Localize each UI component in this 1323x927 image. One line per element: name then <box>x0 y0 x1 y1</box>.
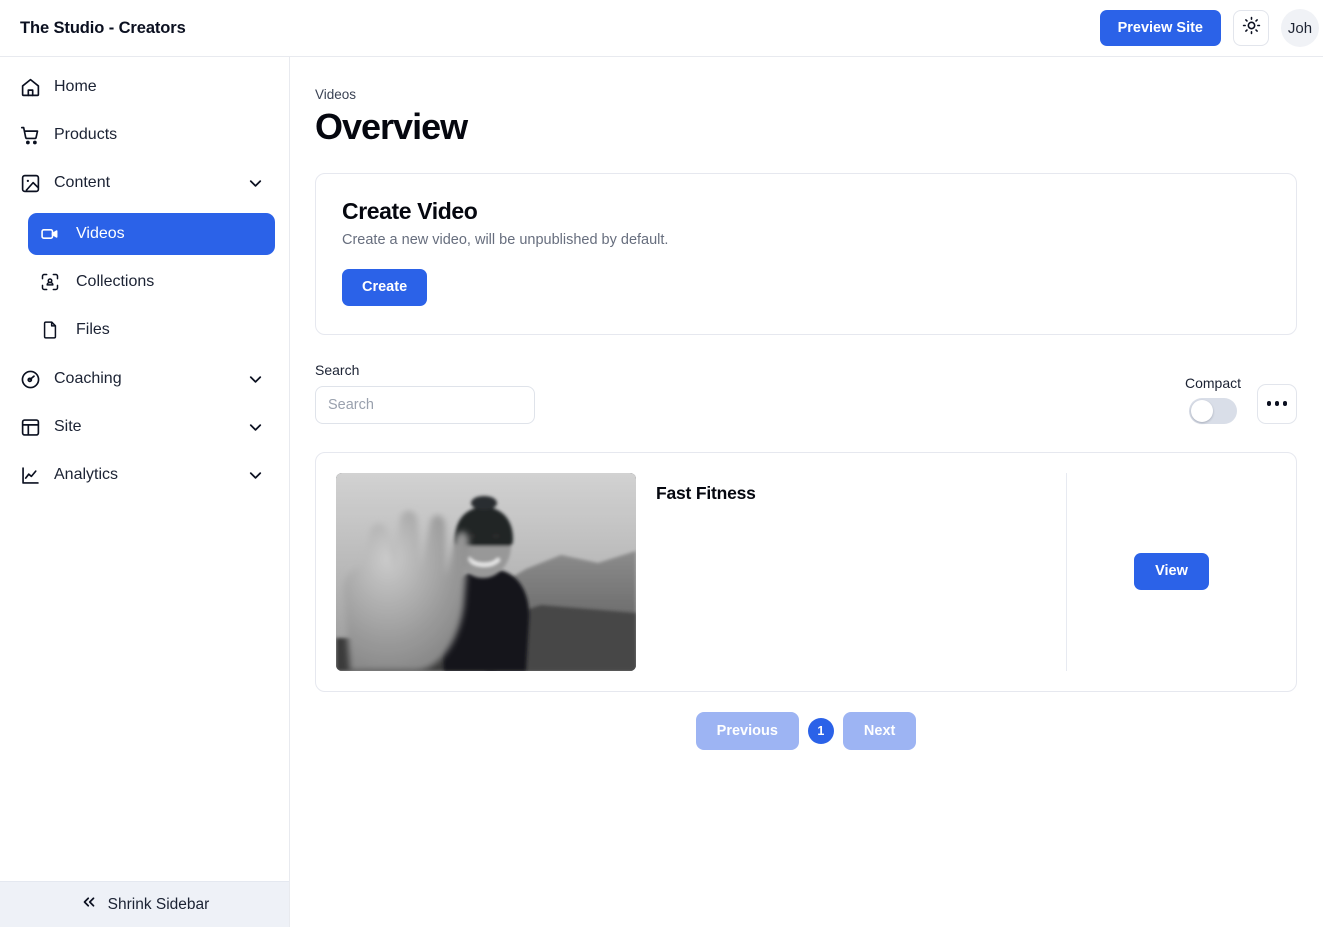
sidebar-item-label: Files <box>76 321 110 338</box>
sidebar-item-coaching[interactable]: Coaching <box>14 361 275 397</box>
page-number-1[interactable]: 1 <box>807 717 834 744</box>
create-video-title: Create Video <box>342 198 478 224</box>
user-avatar[interactable]: Joh <box>1281 9 1319 47</box>
sidebar-item-label: Content <box>54 174 111 191</box>
sidebar-item-label: Videos <box>76 225 125 242</box>
sidebar-item-analytics[interactable]: Analytics <box>14 457 275 493</box>
search-label: Search <box>315 361 360 378</box>
sidebar-item-label: Site <box>54 418 82 435</box>
view-button[interactable]: View <box>1134 553 1209 590</box>
sidebar-item-collections[interactable]: Collections <box>28 261 275 303</box>
chevron-down-icon[interactable] <box>246 466 265 485</box>
previous-page-button[interactable]: Previous <box>695 711 799 750</box>
sidebar-item-videos[interactable]: Videos <box>28 213 275 255</box>
chevron-down-icon[interactable] <box>246 370 265 389</box>
search-group: Search <box>315 362 535 424</box>
sidebar-item-products[interactable]: Products <box>14 117 275 153</box>
app-body: Home Products Content Videos Collections… <box>0 57 1323 927</box>
create-button[interactable]: Create <box>342 269 428 306</box>
sidebar-item-home[interactable]: Home <box>14 69 275 105</box>
filters-right: Compact <box>1185 375 1297 424</box>
layout-icon <box>20 417 46 438</box>
sidebar-item-files[interactable]: Files <box>28 309 275 351</box>
breadcrumb: Videos <box>315 87 357 102</box>
home-icon <box>20 77 46 98</box>
image-icon <box>20 173 46 194</box>
theme-toggle-button[interactable] <box>1233 10 1269 46</box>
video-info: Fast Fitness <box>636 473 1066 671</box>
chevron-down-icon[interactable] <box>246 174 265 193</box>
top-bar: The Studio - Creators Preview Site Joh <box>0 0 1323 57</box>
top-bar-actions: Preview Site Joh <box>1099 9 1319 47</box>
app-title: The Studio - Creators <box>20 18 186 37</box>
more-options-button[interactable] <box>1257 383 1297 424</box>
page-title: Overview <box>315 106 468 147</box>
filters-row: Search Compact <box>315 362 1297 424</box>
video-title: Fast Fitness <box>656 482 756 503</box>
video-thumbnail[interactable] <box>336 472 636 671</box>
toggle-knob <box>1190 399 1213 422</box>
collections-icon <box>40 272 66 292</box>
thumbnail-image <box>336 472 636 671</box>
sidebar-item-label: Analytics <box>54 466 119 483</box>
main-content: Videos Overview Create Video Create a ne… <box>290 57 1323 927</box>
video-list-item: Fast Fitness View <box>315 451 1297 692</box>
ellipsis-icon <box>1266 401 1288 406</box>
preview-site-button[interactable]: Preview Site <box>1099 9 1221 47</box>
file-icon <box>40 320 66 340</box>
chevron-down-icon[interactable] <box>246 418 265 437</box>
sidebar-item-site[interactable]: Site <box>14 409 275 445</box>
sidebar-item-label: Products <box>54 126 118 143</box>
chevrons-left-icon <box>80 893 98 916</box>
compact-toggle-group: Compact <box>1185 375 1241 424</box>
pagination: Previous 1 Next <box>315 711 1297 750</box>
sidebar: Home Products Content Videos Collections… <box>0 57 290 927</box>
next-page-button[interactable]: Next <box>842 711 917 750</box>
gauge-icon <box>20 369 46 390</box>
compact-toggle[interactable] <box>1188 397 1237 424</box>
app-root: The Studio - Creators Preview Site Joh H… <box>0 0 1323 927</box>
avatar-initials: Joh <box>1287 19 1313 37</box>
shrink-sidebar-button[interactable]: Shrink Sidebar <box>0 881 289 927</box>
video-camera-icon <box>40 224 66 244</box>
sun-icon <box>1242 16 1261 40</box>
chart-line-icon <box>20 465 46 486</box>
video-actions: View <box>1066 472 1276 671</box>
search-input[interactable] <box>315 385 535 424</box>
create-video-subtitle: Create a new video, will be unpublished … <box>342 232 669 248</box>
shrink-sidebar-label: Shrink Sidebar <box>107 895 210 913</box>
sidebar-item-content[interactable]: Content <box>14 165 275 201</box>
sidebar-item-label: Collections <box>76 273 155 290</box>
sidebar-item-label: Home <box>54 78 97 95</box>
sidebar-item-label: Coaching <box>54 370 122 387</box>
sidebar-content-children: Videos Collections Files <box>14 213 275 351</box>
shopping-cart-icon <box>20 125 46 146</box>
create-video-card: Create Video Create a new video, will be… <box>315 173 1297 335</box>
compact-label: Compact <box>1184 374 1241 391</box>
sidebar-nav: Home Products Content Videos Collections… <box>0 57 289 881</box>
